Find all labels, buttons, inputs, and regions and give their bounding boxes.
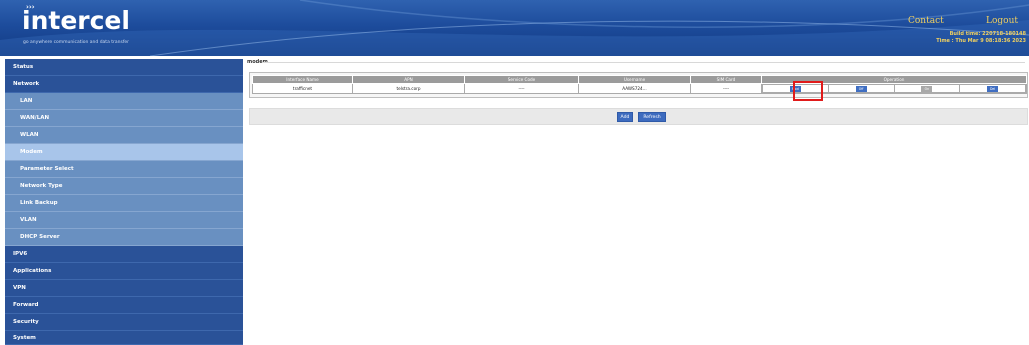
sidebar-item-vpn[interactable]: VPN [5, 280, 243, 297]
column-header-username: Username [578, 75, 691, 84]
sidebar-item-label: Link Backup [20, 200, 58, 206]
highlight-annotation-box [793, 81, 823, 101]
contact-link[interactable]: Contact [908, 16, 944, 26]
operation-cell: On [893, 84, 961, 93]
sidebar-item-parameter-select[interactable]: Parameter Select [5, 161, 243, 178]
logout-link[interactable]: Logout [986, 16, 1018, 26]
logo-tagline: go anywhere communication and data trans… [23, 40, 130, 45]
build-time-label: Build time: 220718-180148 [949, 31, 1026, 37]
cell-interface-name: trafficnet [252, 83, 353, 94]
modem-table: Interface Name APN Service Code Username… [252, 75, 1027, 94]
sidebar-item-label: System [13, 335, 36, 341]
section-divider [262, 62, 1025, 63]
sidebar-item-label: LAN [20, 98, 33, 104]
sidebar-item-dhcp-server[interactable]: DHCP Server [5, 229, 243, 246]
sidebar-item-network[interactable]: Network [5, 76, 243, 93]
sidebar-item-modem[interactable]: Modem [5, 144, 243, 161]
sidebar-item-status[interactable]: Status [5, 59, 243, 76]
sidebar-item-vlan[interactable]: VLAN [5, 212, 243, 229]
header-swoosh-decoration [0, 0, 1029, 56]
sidebar-item-system[interactable]: System [5, 331, 243, 345]
column-header-service-code: Service Code [464, 75, 579, 84]
cell-username: AAWS724... [578, 83, 691, 94]
sidebar-item-security[interactable]: Security [5, 314, 243, 331]
sidebar-item-label: VLAN [20, 217, 37, 223]
intercel-logo: intercel [22, 6, 130, 35]
sidebar-item-label: DHCP Server [20, 234, 60, 240]
sidebar-item-label: WAN/LAN [20, 115, 50, 121]
sidebar-item-label: Forward [13, 302, 39, 308]
sidebar-item-label: IPV6 [13, 251, 28, 257]
refresh-button[interactable]: Refresh [638, 112, 666, 122]
sidebar-nav: Status Network LAN WAN/LAN WLAN Modem Pa… [5, 59, 243, 345]
delete-button[interactable]: Del [987, 85, 999, 92]
sidebar-item-label: Parameter Select [20, 166, 74, 172]
cell-sim-card: ---- [690, 83, 762, 94]
table-row: trafficnet telstra.corp ---- AAWS724... … [252, 83, 1027, 94]
sidebar-item-wlan[interactable]: WLAN [5, 127, 243, 144]
cell-apn: telstra.corp [352, 83, 465, 94]
cell-service-code: ---- [464, 83, 579, 94]
sidebar-item-label: Network [13, 81, 40, 87]
operation-cell: Off [827, 84, 895, 93]
column-header-interface-name: Interface Name [252, 75, 353, 84]
table-header-row: Interface Name APN Service Code Username… [252, 75, 1027, 84]
sidebar-item-wan-lan[interactable]: WAN/LAN [5, 110, 243, 127]
column-header-apn: APN [352, 75, 465, 84]
sidebar-item-label: Security [13, 319, 39, 325]
on-button[interactable]: On [921, 85, 933, 92]
sidebar-item-label: Applications [13, 268, 52, 274]
sidebar-item-label: Status [13, 64, 34, 70]
sidebar-item-link-backup[interactable]: Link Backup [5, 195, 243, 212]
sidebar-item-applications[interactable]: Applications [5, 263, 243, 280]
operation-cell: Del [959, 84, 1026, 93]
sidebar-item-forward[interactable]: Forward [5, 297, 243, 314]
sidebar-item-label: WLAN [20, 132, 39, 138]
sidebar-item-label: VPN [13, 285, 26, 291]
current-time-label: Time : Thu Mar 9 08:18:36 2023 [936, 38, 1026, 44]
sidebar-item-label: Modem [20, 149, 43, 155]
sidebar-item-label: Network Type [20, 183, 63, 189]
sidebar-item-network-type[interactable]: Network Type [5, 178, 243, 195]
sidebar-item-lan[interactable]: LAN [5, 93, 243, 110]
sidebar-item-ipv6[interactable]: IPV6 [5, 246, 243, 263]
add-button[interactable]: Add [617, 112, 633, 122]
off-button[interactable]: Off [855, 85, 867, 92]
header-banner: ››› intercel go anywhere communication a… [0, 0, 1029, 56]
column-header-sim-card: SIM Card [690, 75, 762, 84]
